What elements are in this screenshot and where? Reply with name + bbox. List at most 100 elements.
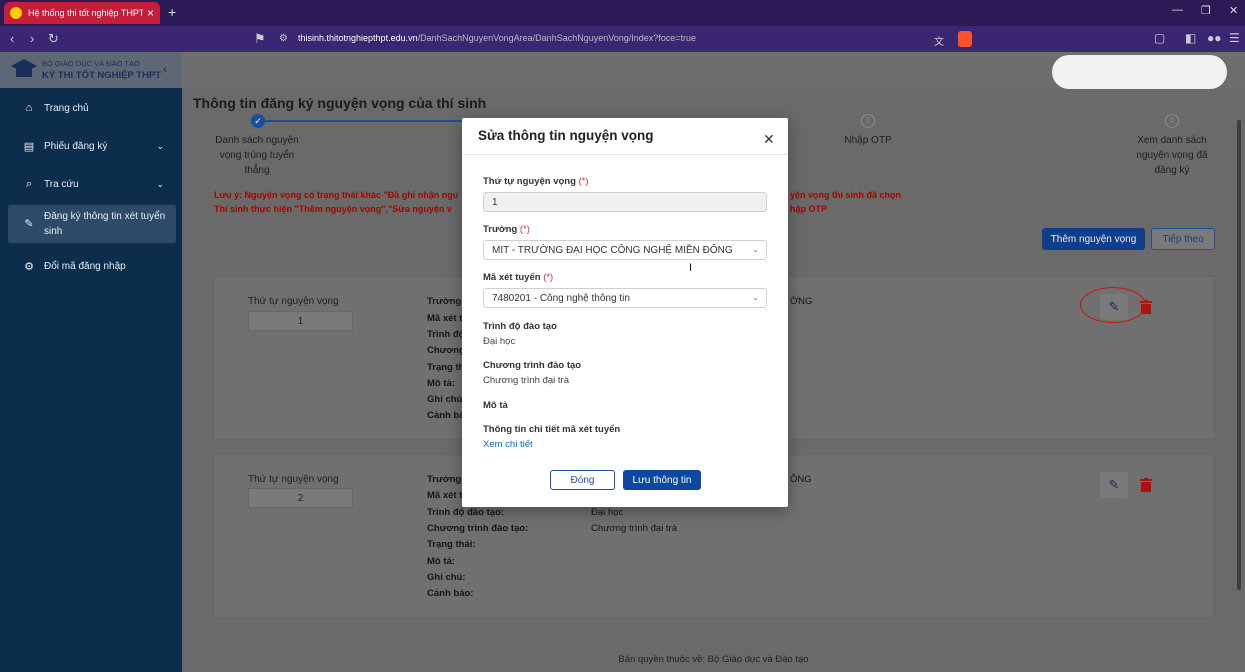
view-detail-link[interactable]: Xem chi tiết — [483, 439, 533, 450]
search-icon: ⌕ — [25, 177, 33, 190]
field-label: Trình độ — [427, 329, 465, 340]
detail-label: Thông tin chi tiết mã xét tuyển — [483, 424, 621, 435]
stepper-line — [262, 120, 462, 122]
order-label: Thứ tự nguyện vọng (*) — [483, 176, 589, 187]
bookmark-icon[interactable]: ⚑ — [254, 31, 266, 47]
user-menu[interactable] — [1052, 55, 1227, 89]
vpn-icon[interactable]: ●● — [1207, 31, 1222, 45]
wallet-icon[interactable]: ▢ — [1154, 31, 1165, 45]
forward-icon[interactable]: › — [30, 31, 34, 46]
edit-wish-2-button[interactable]: ✎ — [1100, 472, 1128, 498]
logo-row: BỘ GIÁO DỤC VÀ ĐÀO TẠO KỲ THI TỐT NGHIỆP… — [0, 52, 182, 88]
reload-icon[interactable]: ↻ — [48, 31, 59, 47]
back-icon[interactable]: ‹ — [10, 31, 14, 46]
sidebar-item-registration[interactable]: ▤ Phiếu đăng ký ⌄ — [8, 138, 176, 154]
sidebar-toggle-icon[interactable]: ◧ — [1185, 31, 1196, 45]
field-label: Mô tả: — [427, 556, 455, 567]
school-value: MIT - TRƯỜNG ĐẠI HỌC CÔNG NGHỆ MIỀN ĐÔNG — [492, 244, 733, 256]
field-label: Mã xét t — [427, 313, 463, 324]
browser-tab[interactable]: Hệ thống thi tốt nghiệp THPT × — [4, 2, 160, 24]
code-label: Mã xét tuyển (*) — [483, 272, 554, 283]
next-button[interactable]: Tiếp theo — [1151, 228, 1215, 250]
footer-copyright: Bản quyền thuộc về: Bộ Giáo dục và Đào t… — [618, 654, 809, 665]
logo-icon — [11, 59, 37, 77]
translate-icon[interactable]: 文 — [934, 33, 944, 48]
field-label: Ghi chú: — [427, 394, 466, 405]
edit-wish-modal: Sửa thông tin nguyện vọng ✕ Thứ tự nguyệ… — [462, 118, 788, 507]
tab-title: Hệ thống thi tốt nghiệp THPT — [28, 8, 143, 18]
order-value: 1 — [492, 196, 498, 208]
sidebar-item-label: Phiếu đăng ký — [44, 140, 108, 152]
level-value: Đại học — [483, 336, 516, 347]
modal-close-icon[interactable]: ✕ — [763, 131, 775, 148]
sidebar-item-label: Đăng ký thông tin xét tuyển sinh — [44, 211, 166, 237]
home-icon: ⌂ — [25, 102, 33, 114]
sidebar-item-admission[interactable]: ✎ Đăng ký thông tin xét tuyển sinh — [8, 205, 176, 243]
add-wish-button[interactable]: Thêm nguyện vọng — [1042, 228, 1145, 250]
url-field[interactable]: thisinh.thitotnghiepthpt.edu.vn/DanhSach… — [298, 33, 696, 43]
step-number-4: 4 — [1165, 114, 1179, 128]
school-value-tail: ỜNG — [790, 296, 813, 307]
browser-addressbar: ‹ › ↻ ⚑ ⚙ thisinh.thitotnghiepthpt.edu.v… — [0, 26, 1245, 52]
edit-icon: ✎ — [24, 217, 34, 230]
sidebar: BỘ GIÁO DỤC VÀ ĐÀO TẠO KỲ THI TỐT NGHIỆP… — [0, 52, 182, 672]
collapse-sidebar-icon[interactable]: ‹ — [163, 62, 167, 76]
brave-shield-icon[interactable] — [958, 31, 972, 47]
topbar — [182, 52, 1245, 89]
step-number-3: 3 — [861, 114, 875, 128]
sidebar-item-change-code[interactable]: ⚙ Đổi mã đăng nhập — [8, 258, 176, 274]
level-label: Trình độ đào tạo — [483, 321, 557, 332]
field-label: Trường: — [427, 474, 465, 485]
new-tab-icon[interactable]: + — [168, 4, 176, 20]
code-select[interactable]: 7480201 - Công nghệ thông tin ⌄ — [483, 288, 767, 308]
wish-order-field: 1 — [248, 311, 353, 331]
text-cursor-icon: I — [689, 262, 693, 274]
sidebar-item-lookup[interactable]: ⌕ Tra cứu ⌄ — [8, 176, 176, 192]
window-close-icon[interactable]: ✕ — [1229, 4, 1238, 17]
field-label: Trạng th — [427, 362, 465, 373]
logo-exam: KỲ THI TỐT NGHIỆP THPT — [42, 70, 162, 81]
field-label: Cảnh báo: — [427, 588, 474, 599]
url-host: thisinh.thitotnghiepthpt.edu.vn — [298, 33, 418, 43]
chevron-down-icon: ⌄ — [752, 293, 759, 302]
modal-title: Sửa thông tin nguyện vọng — [478, 128, 654, 143]
program-value: Chương trình đại trà — [591, 523, 677, 534]
program-label: Chương trình đào tạo — [483, 360, 582, 371]
wish-order-field: 2 — [248, 488, 353, 508]
step-otp: Nhập OTP — [844, 135, 892, 146]
field-label: Cảnh bá — [427, 410, 465, 421]
field-label: Mô tả: — [427, 378, 455, 389]
warning-line-1-tail: yện vọng thí sinh đã chọn — [790, 190, 902, 200]
school-label: Trường (*) — [483, 224, 530, 235]
edit-icon: ✎ — [1108, 477, 1120, 492]
chevron-down-icon: ⌄ — [752, 245, 759, 254]
sidebar-item-label: Tra cứu — [44, 178, 79, 190]
menu-icon[interactable]: ☰ — [1229, 31, 1240, 45]
tab-close-icon[interactable]: × — [147, 6, 154, 20]
modal-divider — [462, 154, 788, 155]
restore-icon[interactable]: ❐ — [1201, 4, 1211, 17]
warning-line-2: Thí sinh thực hiện "Thêm nguyện vọng","S… — [214, 204, 452, 214]
minimize-icon[interactable]: — — [1172, 4, 1183, 16]
close-button[interactable]: Đóng — [550, 470, 615, 490]
chevron-down-icon: ⌄ — [156, 140, 164, 151]
school-value-tail: ÔNG — [790, 474, 812, 485]
wish-order-label: Thứ tự nguyện vọng — [248, 474, 339, 485]
site-favicon-icon — [10, 7, 22, 19]
step-direct-admission: Danh sách nguyện vọng trúng tuyển thẳng — [215, 135, 299, 176]
sidebar-item-home[interactable]: ⌂ Trang chủ — [8, 100, 176, 116]
document-icon: ▤ — [23, 140, 35, 153]
logo-ministry: BỘ GIÁO DỤC VÀ ĐÀO TẠO — [42, 59, 140, 68]
level-value: Đại học — [591, 507, 624, 518]
field-label: Chương trình đào tạo: — [427, 523, 529, 534]
school-select[interactable]: MIT - TRƯỜNG ĐẠI HỌC CÔNG NGHỆ MIỀN ĐÔNG… — [483, 240, 767, 260]
wish-order-label: Thứ tự nguyện vọng — [248, 296, 339, 307]
site-settings-icon[interactable]: ⚙ — [279, 33, 288, 44]
warning-line-1: Lưu ý: Nguyện vọng có trạng thái khác "Đ… — [214, 190, 459, 200]
delete-wish-2-button[interactable] — [1136, 472, 1156, 498]
annotation-circle — [1080, 287, 1146, 323]
page-scrollbar[interactable] — [1237, 120, 1241, 590]
save-button[interactable]: Lưu thông tin — [623, 470, 701, 490]
field-label: Trạng thái: — [427, 539, 476, 550]
field-label: Ghi chú: — [427, 572, 466, 583]
